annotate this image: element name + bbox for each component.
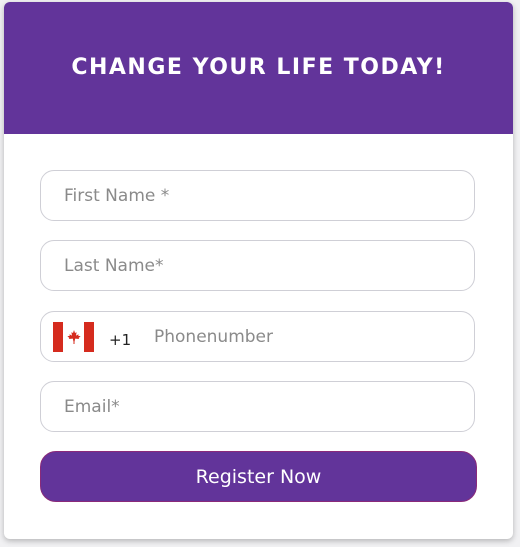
first-name-field[interactable] — [40, 170, 475, 221]
register-button[interactable]: Register Now — [40, 451, 477, 502]
phone-field[interactable]: +1 — [40, 311, 475, 362]
email-input[interactable] — [41, 382, 474, 431]
page-title: CHANGE YOUR LIFE TODAY! — [71, 55, 446, 80]
email-field[interactable] — [40, 381, 475, 432]
maple-leaf-icon — [66, 330, 81, 344]
last-name-input[interactable] — [41, 241, 474, 290]
country-selector[interactable]: +1 — [53, 322, 131, 352]
first-name-input[interactable] — [41, 171, 474, 220]
last-name-field[interactable] — [40, 240, 475, 291]
dial-code: +1 — [109, 331, 132, 349]
header-banner: CHANGE YOUR LIFE TODAY! — [4, 2, 513, 134]
canada-flag-icon[interactable] — [53, 322, 94, 352]
registration-card: CHANGE YOUR LIFE TODAY! +1 Register Now — [4, 2, 513, 539]
